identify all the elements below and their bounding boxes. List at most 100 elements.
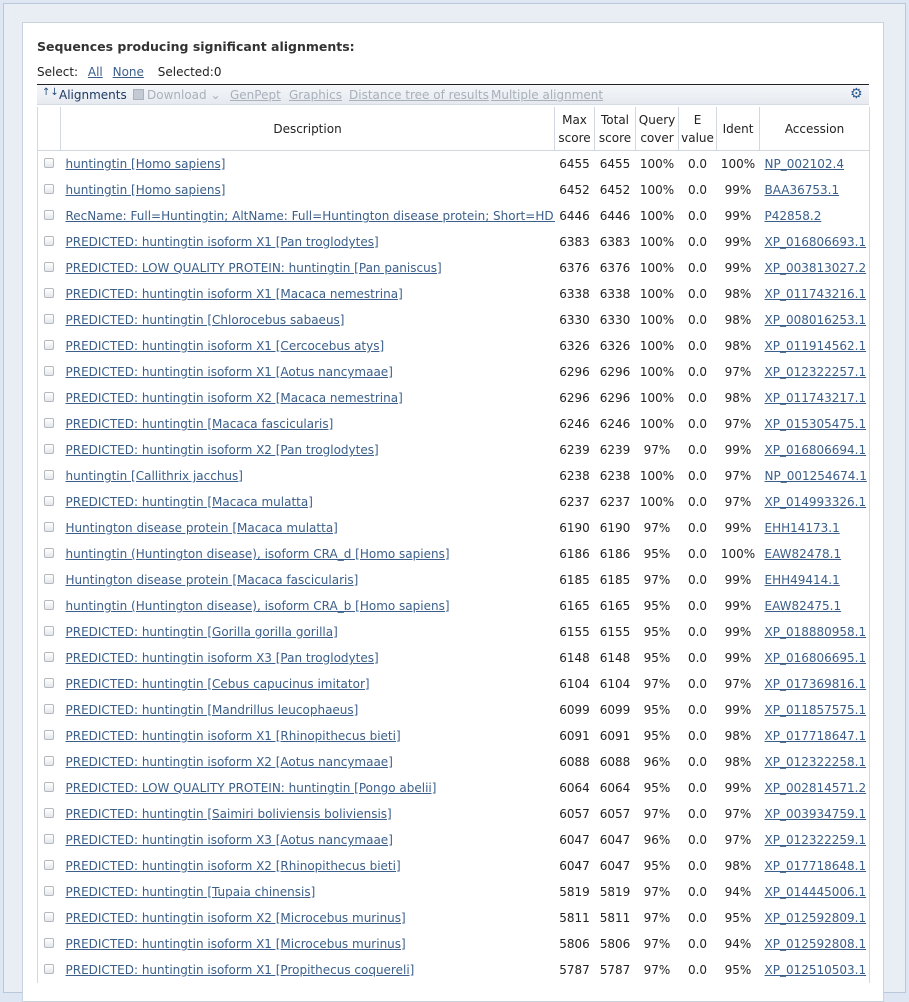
description-link[interactable]: huntingtin (Huntington disease), isoform… [66, 547, 450, 561]
row-checkbox[interactable] [44, 522, 55, 532]
graphics-link[interactable]: Graphics [289, 88, 342, 102]
accession-link[interactable]: EAW82475.1 [765, 599, 842, 613]
header-e-value[interactable]: Evalue [678, 107, 717, 151]
accession-link[interactable]: NP_002102.4 [765, 157, 844, 171]
description-link[interactable]: PREDICTED: huntingtin isoform X2 [Microc… [66, 911, 406, 925]
accession-link[interactable]: XP_002814571.2 [765, 781, 867, 795]
row-checkbox[interactable] [44, 730, 55, 740]
row-checkbox[interactable] [44, 444, 55, 454]
row-checkbox[interactable] [44, 158, 55, 168]
accession-link[interactable]: EHH49414.1 [765, 573, 840, 587]
row-checkbox[interactable] [44, 366, 55, 376]
description-link[interactable]: PREDICTED: huntingtin [Saimiri boliviens… [66, 807, 392, 821]
header-ident[interactable]: Ident [716, 107, 760, 151]
header-query-cover[interactable]: Query cover [635, 107, 679, 151]
accession-link[interactable]: XP_011743217.1 [765, 391, 867, 405]
description-link[interactable]: PREDICTED: huntingtin isoform X2 [Macaca… [66, 391, 403, 405]
genpept-link[interactable]: GenPept [230, 88, 281, 102]
row-checkbox[interactable] [44, 548, 55, 558]
row-checkbox[interactable] [44, 184, 55, 194]
accession-link[interactable]: XP_012322257.1 [765, 365, 867, 379]
accession-link[interactable]: XP_012322258.1 [765, 755, 867, 769]
row-checkbox[interactable] [44, 782, 55, 792]
description-link[interactable]: huntingtin [Homo sapiens] [66, 183, 226, 197]
accession-link[interactable]: BAA36753.1 [765, 183, 840, 197]
description-link[interactable]: PREDICTED: huntingtin isoform X2 [Rhinop… [66, 859, 401, 873]
header-total-score[interactable]: Total score [594, 107, 636, 151]
select-none-link[interactable]: None [113, 65, 144, 79]
description-link[interactable]: PREDICTED: huntingtin [Chlorocebus sabae… [66, 313, 345, 327]
description-link[interactable]: huntingtin (Huntington disease), isoform… [66, 599, 450, 613]
sort-icon[interactable]: ↑↓ [42, 87, 59, 98]
description-link[interactable]: PREDICTED: huntingtin isoform X1 [Cercoc… [66, 339, 385, 353]
accession-link[interactable]: XP_008016253.1 [765, 313, 867, 327]
download-button[interactable]: Download ⌄ [133, 88, 221, 102]
header-max-score[interactable]: Max score [554, 107, 595, 151]
row-checkbox[interactable] [44, 600, 55, 610]
row-checkbox[interactable] [44, 756, 55, 766]
description-link[interactable]: PREDICTED: huntingtin isoform X1 [Pan tr… [66, 235, 379, 249]
description-link[interactable]: PREDICTED: huntingtin isoform X2 [Pan tr… [66, 443, 379, 457]
description-link[interactable]: PREDICTED: huntingtin [Macaca fascicular… [66, 417, 334, 431]
gear-icon[interactable]: ⚙ [850, 86, 863, 102]
row-checkbox[interactable] [44, 678, 55, 688]
accession-link[interactable]: XP_012322259.1 [765, 833, 867, 847]
row-checkbox[interactable] [44, 626, 55, 636]
accession-link[interactable]: NP_001254674.1 [765, 469, 867, 483]
accession-link[interactable]: XP_012592809.1 [765, 911, 867, 925]
accession-link[interactable]: XP_011743216.1 [765, 287, 867, 301]
accession-link[interactable]: XP_016806693.1 [765, 235, 867, 249]
row-checkbox[interactable] [44, 886, 55, 896]
description-link[interactable]: PREDICTED: huntingtin isoform X1 [Macaca… [66, 287, 403, 301]
row-checkbox[interactable] [44, 808, 55, 818]
row-checkbox[interactable] [44, 418, 55, 428]
accession-link[interactable]: XP_012510503.1 [765, 963, 867, 977]
description-link[interactable]: PREDICTED: huntingtin isoform X2 [Aotus … [66, 755, 393, 769]
row-checkbox[interactable] [44, 392, 55, 402]
description-link[interactable]: PREDICTED: huntingtin [Tupaia chinensis] [66, 885, 316, 899]
description-link[interactable]: Huntington disease protein [Macaca fasci… [66, 573, 359, 587]
accession-link[interactable]: XP_017718647.1 [765, 729, 867, 743]
accession-link[interactable]: XP_014993326.1 [765, 495, 867, 509]
multiple-alignment-link[interactable]: Multiple alignment [491, 88, 603, 102]
description-link[interactable]: huntingtin [Homo sapiens] [66, 157, 226, 171]
accession-link[interactable]: XP_003813027.2 [765, 261, 867, 275]
description-link[interactable]: PREDICTED: huntingtin isoform X1 [Rhinop… [66, 729, 401, 743]
accession-link[interactable]: XP_011914562.1 [765, 339, 867, 353]
select-all-link[interactable]: All [88, 65, 103, 79]
accession-link[interactable]: XP_016806694.1 [765, 443, 867, 457]
accession-link[interactable]: XP_011857575.1 [765, 703, 867, 717]
accession-link[interactable]: XP_012592808.1 [765, 937, 867, 951]
row-checkbox[interactable] [44, 912, 55, 922]
description-link[interactable]: PREDICTED: huntingtin [Gorilla gorilla g… [66, 625, 338, 639]
accession-link[interactable]: XP_016806695.1 [765, 651, 867, 665]
row-checkbox[interactable] [44, 834, 55, 844]
row-checkbox[interactable] [44, 340, 55, 350]
description-link[interactable]: PREDICTED: huntingtin isoform X1 [Microc… [66, 937, 406, 951]
alignments-button[interactable]: Alignments [59, 88, 127, 102]
row-checkbox[interactable] [44, 288, 55, 298]
description-link[interactable]: RecName: Full=Huntingtin; AltName: Full=… [66, 209, 555, 223]
description-link[interactable]: PREDICTED: LOW QUALITY PROTEIN: huntingt… [66, 261, 442, 275]
accession-link[interactable]: XP_017718648.1 [765, 859, 867, 873]
description-link[interactable]: PREDICTED: huntingtin [Mandrillus leucop… [66, 703, 359, 717]
accession-link[interactable]: XP_014445006.1 [765, 885, 867, 899]
description-link[interactable]: PREDICTED: huntingtin [Cebus capucinus i… [66, 677, 370, 691]
header-description[interactable]: Description [60, 107, 555, 151]
description-link[interactable]: PREDICTED: LOW QUALITY PROTEIN: huntingt… [66, 781, 437, 795]
description-link[interactable]: PREDICTED: huntingtin isoform X3 [Pan tr… [66, 651, 379, 665]
distance-tree-link[interactable]: Distance tree of results [349, 88, 489, 102]
description-link[interactable]: PREDICTED: huntingtin [Macaca mulatta] [66, 495, 313, 509]
accession-link[interactable]: XP_015305475.1 [765, 417, 867, 431]
row-checkbox[interactable] [44, 210, 55, 220]
description-link[interactable]: huntingtin [Callithrix jacchus] [66, 469, 243, 483]
row-checkbox[interactable] [44, 964, 55, 974]
accession-link[interactable]: P42858.2 [765, 209, 822, 223]
accession-link[interactable]: XP_018880958.1 [765, 625, 867, 639]
header-accession[interactable]: Accession [759, 107, 870, 151]
row-checkbox[interactable] [44, 470, 55, 480]
description-link[interactable]: PREDICTED: huntingtin isoform X1 [Aotus … [66, 365, 393, 379]
row-checkbox[interactable] [44, 496, 55, 506]
row-checkbox[interactable] [44, 704, 55, 714]
row-checkbox[interactable] [44, 652, 55, 662]
